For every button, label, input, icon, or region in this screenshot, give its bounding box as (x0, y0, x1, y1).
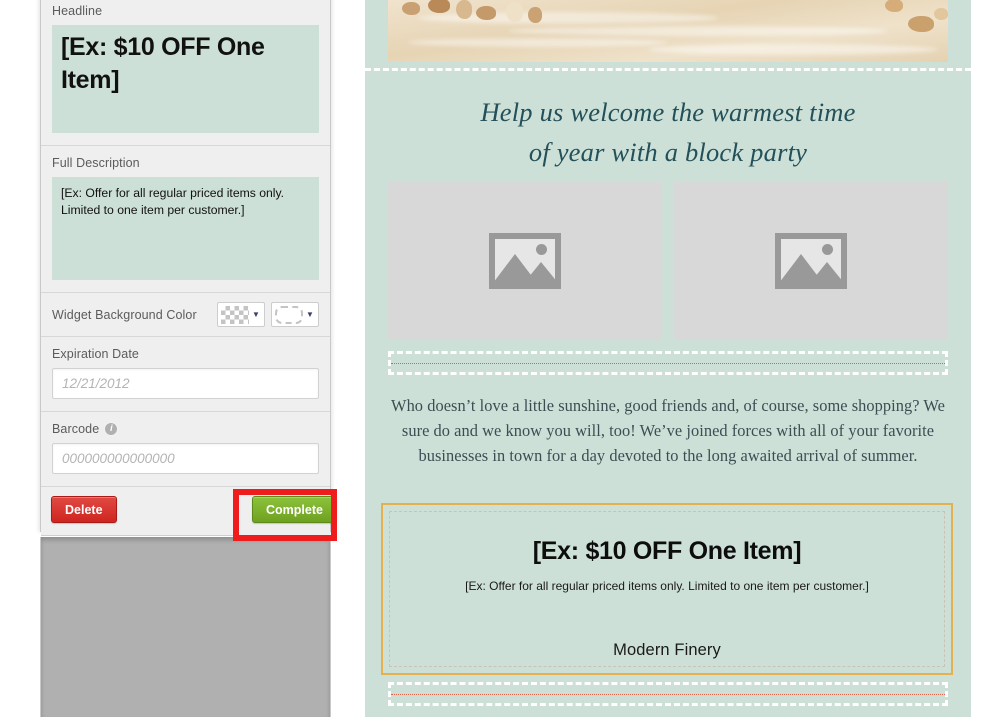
dashed-border-swatch-icon (275, 305, 303, 324)
chevron-down-icon-2: ▼ (306, 309, 314, 319)
description-field-block: Full Description [Ex: Offer for all regu… (41, 146, 330, 293)
preview-body-text[interactable]: Who doesn’t love a little sunshine, good… (388, 393, 948, 469)
preview-heading-line1: Help us welcome the warmest time (480, 97, 856, 127)
editor-panel-overlay (40, 537, 331, 717)
headline-input[interactable]: [Ex: $10 OFF One Item] (52, 25, 319, 133)
preview-heading[interactable]: Help us welcome the warmest time of year… (365, 92, 971, 172)
background-color-label: Widget Background Color (52, 307, 197, 322)
background-color-swatch-button[interactable]: ▼ (217, 302, 265, 327)
barcode-label-row: Barcode i (52, 422, 319, 436)
coupon-headline: [Ex: $10 OFF One Item] (532, 537, 802, 565)
border-style-swatch-button[interactable]: ▼ (271, 302, 319, 327)
picture-placeholder-icon (489, 233, 561, 289)
app-root: Headline [Ex: $10 OFF One Item] Full Des… (0, 0, 1001, 717)
widget-editor-panel: Headline [Ex: $10 OFF One Item] Full Des… (40, 0, 337, 536)
drop-zone-bottom[interactable] (388, 682, 948, 706)
headline-label: Headline (52, 4, 103, 18)
description-input[interactable]: [Ex: Offer for all regular priced items … (52, 177, 319, 280)
coupon-inner-border: [Ex: $10 OFF One Item] [Ex: Offer for al… (389, 511, 945, 667)
expiration-label: Expiration Date (52, 347, 139, 361)
coupon-widget[interactable]: [Ex: $10 OFF One Item] [Ex: Offer for al… (381, 503, 953, 675)
expiration-field-block: Expiration Date 12/21/2012 (41, 337, 330, 412)
preview-heading-line2: of year with a block party (528, 137, 808, 167)
image-slot-right[interactable] (674, 182, 948, 340)
banner-divider (365, 68, 971, 72)
sand-banner-image[interactable] (388, 0, 948, 62)
coupon-business-name: Modern Finery (613, 641, 721, 660)
image-slot-left[interactable] (388, 182, 662, 340)
chevron-down-icon: ▼ (252, 309, 260, 319)
headline-field-block: Headline [Ex: $10 OFF One Item] (41, 0, 330, 146)
barcode-field-block: Barcode i 000000000000000 (41, 412, 330, 487)
delete-button[interactable]: Delete (51, 496, 117, 523)
barcode-input[interactable]: 000000000000000 (52, 443, 319, 474)
complete-button[interactable]: Complete (252, 496, 337, 523)
drop-zone-top[interactable] (388, 351, 948, 375)
preview-image-grid (388, 182, 948, 340)
coupon-description: [Ex: Offer for all regular priced items … (465, 578, 869, 593)
background-color-row: Widget Background Color ▼ ▼ (41, 293, 330, 337)
picture-placeholder-icon-2 (775, 233, 847, 289)
expiration-date-input[interactable]: 12/21/2012 (52, 368, 319, 399)
editor-action-bar: Delete Complete (41, 487, 337, 536)
checkerboard-swatch-icon (221, 305, 249, 324)
barcode-label: Barcode (52, 422, 100, 436)
info-icon[interactable]: i (104, 422, 119, 436)
description-label: Full Description (52, 156, 140, 170)
